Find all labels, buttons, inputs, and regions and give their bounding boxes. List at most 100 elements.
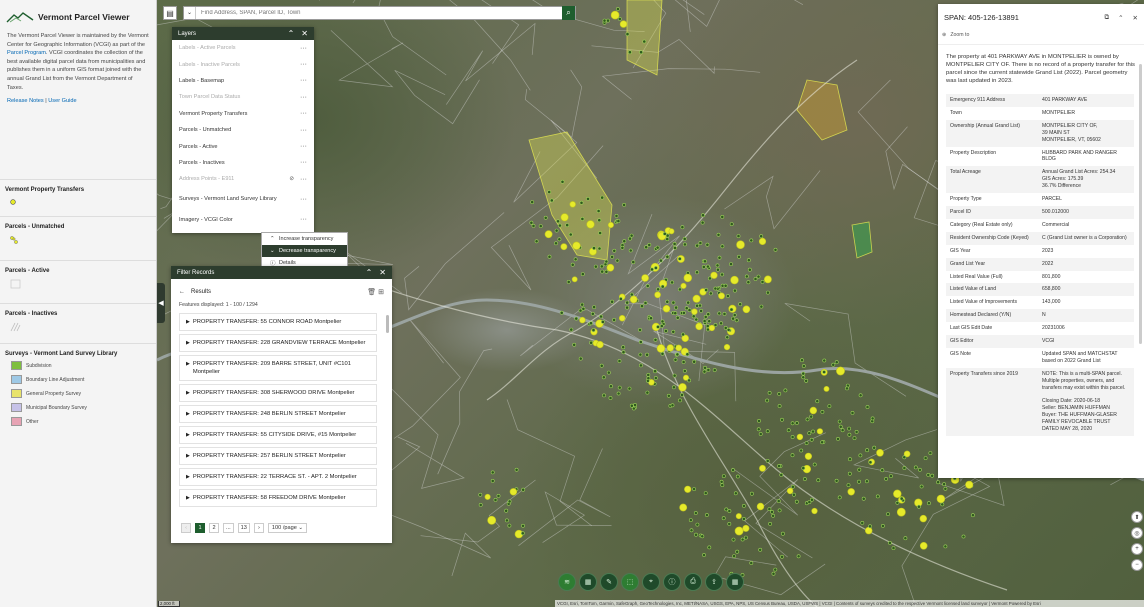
property-point[interactable] xyxy=(701,264,706,269)
property-point[interactable] xyxy=(618,296,623,301)
property-point[interactable] xyxy=(629,233,634,238)
property-point[interactable] xyxy=(531,223,536,228)
property-point[interactable] xyxy=(786,487,794,495)
property-point[interactable] xyxy=(614,213,619,218)
property-point[interactable] xyxy=(756,502,765,511)
property-point[interactable] xyxy=(702,553,706,557)
property-point[interactable] xyxy=(650,267,654,272)
property-point[interactable] xyxy=(773,247,778,252)
record-item[interactable]: ▶ PROPERTY TRANSFER: 58 FREEDOM DRIVE Mon… xyxy=(179,489,377,507)
property-point[interactable] xyxy=(604,259,609,264)
trash-icon[interactable]: 🗑 xyxy=(367,289,376,296)
zoom-out-icon[interactable]: − xyxy=(1131,559,1143,571)
property-point[interactable] xyxy=(777,391,782,396)
property-point[interactable] xyxy=(868,460,873,465)
property-point[interactable] xyxy=(771,571,776,576)
select-icon[interactable]: ⬚ xyxy=(621,573,639,591)
property-point[interactable] xyxy=(919,541,928,550)
property-point[interactable] xyxy=(750,491,754,496)
property-point[interactable] xyxy=(811,429,815,434)
property-point[interactable] xyxy=(617,16,622,21)
grid-select-icon[interactable]: ⊞ xyxy=(378,289,384,296)
property-point[interactable] xyxy=(590,311,595,316)
property-point[interactable] xyxy=(653,376,658,380)
property-point[interactable] xyxy=(646,372,651,377)
property-point[interactable] xyxy=(757,418,761,423)
property-point[interactable] xyxy=(923,456,928,461)
property-point[interactable] xyxy=(779,472,784,477)
survey-polygon[interactable] xyxy=(851,221,873,259)
property-point[interactable] xyxy=(816,478,821,483)
property-point[interactable] xyxy=(678,398,682,403)
property-point[interactable] xyxy=(581,306,586,311)
property-point[interactable] xyxy=(703,491,708,496)
record-item[interactable]: ▶ PROPERTY TRANSFER: 55 CONNOR ROAD Montp… xyxy=(179,313,377,331)
table-icon[interactable]: ▦ xyxy=(579,573,597,591)
property-point[interactable] xyxy=(719,479,724,484)
property-point[interactable] xyxy=(656,344,666,353)
property-point[interactable] xyxy=(653,265,658,270)
property-point[interactable] xyxy=(936,494,946,504)
property-point[interactable] xyxy=(903,536,908,541)
draw-icon[interactable]: ✎ xyxy=(600,573,618,591)
property-point[interactable] xyxy=(726,294,730,298)
property-point[interactable] xyxy=(837,495,842,500)
property-point[interactable] xyxy=(612,317,617,322)
property-point[interactable] xyxy=(683,273,692,283)
property-point[interactable] xyxy=(569,201,576,208)
property-point[interactable] xyxy=(571,276,578,283)
property-point[interactable] xyxy=(602,18,607,23)
property-point[interactable] xyxy=(684,485,692,493)
property-point[interactable] xyxy=(656,287,661,292)
property-point[interactable] xyxy=(646,376,651,381)
property-point[interactable] xyxy=(860,521,865,525)
property-point[interactable] xyxy=(834,478,839,483)
property-point[interactable] xyxy=(607,222,614,229)
property-point[interactable] xyxy=(615,7,620,11)
expand-arrow-icon[interactable]: ▶ xyxy=(186,339,190,347)
expand-arrow-icon[interactable]: ▶ xyxy=(186,318,190,326)
basemap-icon[interactable]: ≋ xyxy=(558,573,576,591)
property-point[interactable] xyxy=(608,384,613,389)
expand-arrow-icon[interactable]: ▶ xyxy=(186,389,190,397)
property-point[interactable] xyxy=(530,200,535,205)
property-point[interactable] xyxy=(721,516,726,521)
property-point[interactable] xyxy=(913,465,918,470)
property-point[interactable] xyxy=(865,405,870,409)
property-point[interactable] xyxy=(758,237,767,245)
property-point[interactable] xyxy=(538,224,543,229)
zoom-in-icon[interactable]: + xyxy=(1131,543,1143,555)
property-point[interactable] xyxy=(596,341,604,349)
property-point[interactable] xyxy=(602,393,606,398)
property-point[interactable] xyxy=(893,489,902,498)
property-point[interactable] xyxy=(659,324,664,328)
property-point[interactable] xyxy=(868,524,872,529)
property-point[interactable] xyxy=(592,305,597,310)
details-scrollbar[interactable] xyxy=(1139,64,1142,344)
property-point[interactable] xyxy=(872,445,877,450)
property-point[interactable] xyxy=(566,279,571,284)
layer-item[interactable]: Labels - Inactive Parcels ··· xyxy=(172,56,314,72)
property-point[interactable] xyxy=(691,308,698,315)
property-point[interactable] xyxy=(809,414,814,419)
property-point[interactable] xyxy=(638,352,643,357)
property-point[interactable] xyxy=(647,242,652,247)
more-options-icon[interactable]: ··· xyxy=(300,176,307,183)
property-point[interactable] xyxy=(703,314,708,319)
property-point[interactable] xyxy=(891,546,896,551)
layer-item[interactable]: Labels - Active Parcels ··· xyxy=(172,40,314,56)
property-point[interactable] xyxy=(876,448,884,457)
property-point[interactable] xyxy=(796,433,804,441)
locate-icon[interactable]: ◎ xyxy=(1131,527,1143,539)
property-point[interactable] xyxy=(615,258,620,263)
expand-arrow-icon[interactable]: ▶ xyxy=(186,360,190,368)
property-point[interactable] xyxy=(680,392,684,397)
property-point[interactable] xyxy=(599,314,603,319)
property-point[interactable] xyxy=(800,358,804,363)
property-point[interactable] xyxy=(598,231,603,235)
property-point[interactable] xyxy=(943,486,948,491)
more-options-icon[interactable]: ··· xyxy=(300,45,307,52)
property-point[interactable] xyxy=(557,237,562,242)
page-button[interactable]: 2 xyxy=(209,523,219,533)
property-point[interactable] xyxy=(919,514,927,523)
